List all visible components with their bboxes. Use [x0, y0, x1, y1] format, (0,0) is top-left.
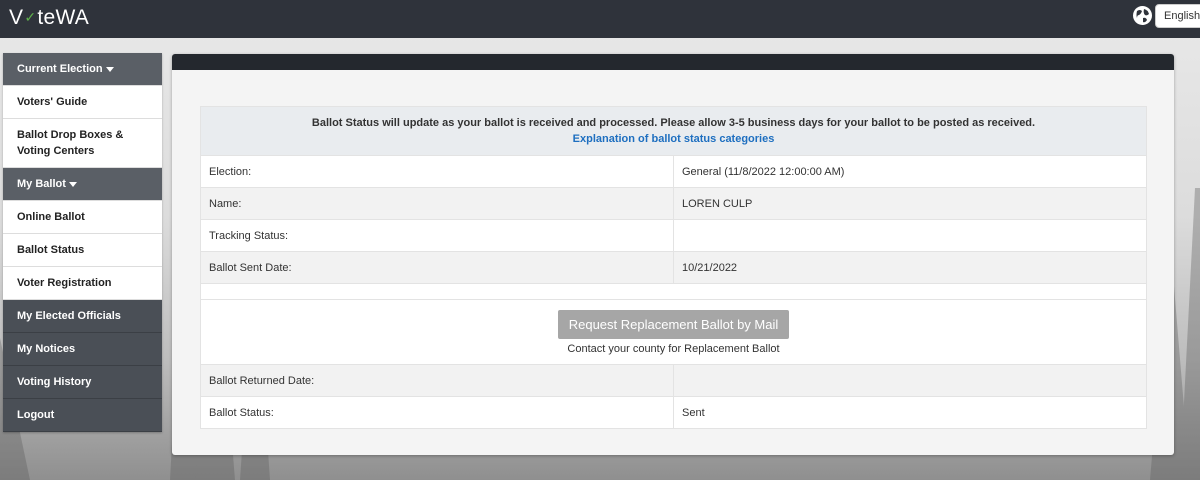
table-row: Tracking Status:	[200, 219, 1147, 252]
row-label: Ballot Sent Date:	[200, 251, 674, 284]
sidebar-item-label: Online Ballot	[17, 211, 85, 223]
sidebar-item-elected-officials[interactable]: My Elected Officials	[3, 300, 162, 333]
sidebar-item-label: My Elected Officials	[17, 310, 121, 322]
panel-header-bar	[172, 54, 1174, 70]
row-label: Ballot Status:	[200, 396, 674, 429]
table-row: Ballot Status: Sent	[200, 396, 1147, 429]
table-row: Ballot Sent Date: 10/21/2022	[200, 251, 1147, 284]
language-select[interactable]: English	[1155, 4, 1200, 28]
row-value: Sent	[673, 396, 1147, 429]
row-value: LOREN CULP	[673, 187, 1147, 220]
row-value	[673, 364, 1147, 397]
caret-down-icon	[68, 181, 77, 187]
ballot-status-panel: Ballot Status will update as your ballot…	[172, 54, 1174, 455]
replacement-cell: Request Replacement Ballot by Mail Conta…	[200, 299, 1147, 365]
table-row: Ballot Returned Date:	[200, 364, 1147, 397]
caret-down-icon	[105, 66, 114, 72]
sidebar-item-label: Voter Registration	[17, 277, 112, 289]
votewa-logo[interactable]: V✓teWA	[9, 6, 89, 30]
sidebar-item-label: Voters' Guide	[17, 96, 88, 108]
row-label: Tracking Status:	[200, 219, 674, 252]
globe-icon[interactable]	[1133, 6, 1152, 25]
sidebar-item-my-ballot[interactable]: My Ballot	[3, 168, 162, 201]
row-value: General (11/8/2022 12:00:00 AM)	[673, 155, 1147, 188]
logo-text-tewa: teWA	[37, 6, 90, 29]
sidebar-item-logout[interactable]: Logout	[3, 399, 162, 432]
top-navbar: V✓teWA English	[0, 0, 1200, 38]
replacement-row: Request Replacement Ballot by Mail Conta…	[200, 299, 1147, 365]
spacer-cell	[200, 283, 1147, 300]
sidebar-item-ballot-status[interactable]: Ballot Status	[3, 234, 162, 267]
panel-body: Ballot Status will update as your ballot…	[200, 106, 1147, 429]
table-row: Name: LOREN CULP	[200, 187, 1147, 220]
table-row: Election: General (11/8/2022 12:00:00 AM…	[200, 155, 1147, 188]
sidebar-item-voting-history[interactable]: Voting History	[3, 366, 162, 399]
sidebar-item-current-election[interactable]: Current Election	[3, 53, 162, 86]
notice-cell: Ballot Status will update as your ballot…	[200, 106, 1147, 156]
sidebar-item-my-notices[interactable]: My Notices	[3, 333, 162, 366]
sidebar-item-label: Voting History	[17, 376, 92, 388]
sidebar-nav: Current Election Voters' Guide Ballot Dr…	[3, 53, 162, 432]
row-label: Name:	[200, 187, 674, 220]
sidebar-item-voter-registration[interactable]: Voter Registration	[3, 267, 162, 300]
sidebar-item-label: Ballot Drop Boxes & Voting Centers	[17, 129, 124, 157]
row-label: Election:	[200, 155, 674, 188]
notice-text: Ballot Status will update as your ballot…	[311, 117, 1036, 129]
checkmark-icon: ✓	[24, 9, 37, 25]
sidebar-item-online-ballot[interactable]: Online Ballot	[3, 201, 162, 234]
row-value: 10/21/2022	[673, 251, 1147, 284]
logo-text-v: V	[9, 6, 24, 29]
request-replacement-ballot-button[interactable]: Request Replacement Ballot by Mail	[557, 309, 790, 339]
contact-county-note: Contact your county for Replacement Ball…	[567, 342, 780, 355]
sidebar-item-label: My Ballot	[17, 178, 66, 190]
sidebar-item-label: Ballot Status	[17, 244, 85, 256]
row-value	[673, 219, 1147, 252]
spacer-row	[200, 283, 1147, 300]
sidebar-item-drop-boxes[interactable]: Ballot Drop Boxes & Voting Centers	[3, 119, 162, 168]
sidebar-item-label: Current Election	[17, 63, 103, 75]
status-categories-link[interactable]: Explanation of ballot status categories	[573, 133, 775, 145]
notice-row: Ballot Status will update as your ballot…	[200, 106, 1147, 156]
sidebar-item-label: My Notices	[17, 343, 76, 355]
sidebar-item-label: Logout	[17, 409, 55, 421]
sidebar-item-voters-guide[interactable]: Voters' Guide	[3, 86, 162, 119]
ballot-status-table: Ballot Status will update as your ballot…	[200, 106, 1147, 429]
row-label: Ballot Returned Date:	[200, 364, 674, 397]
